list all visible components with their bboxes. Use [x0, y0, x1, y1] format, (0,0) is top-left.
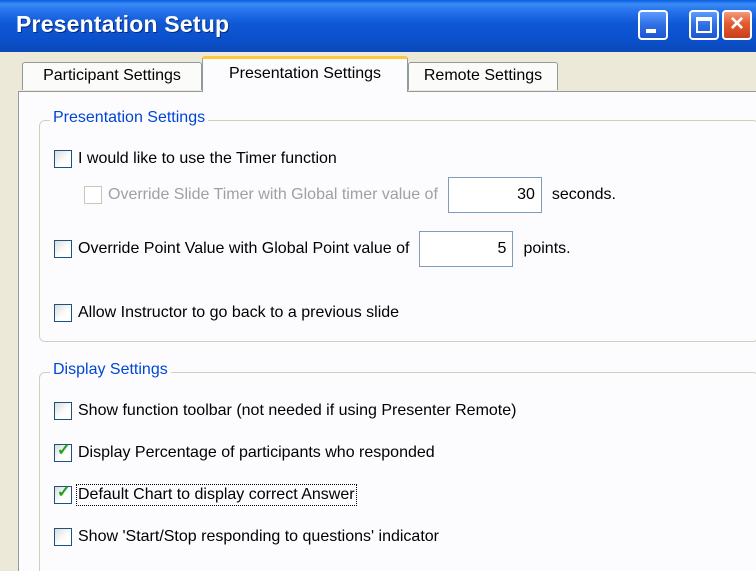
display-percentage-option[interactable]: ✓ Display Percentage of participants who…: [54, 441, 435, 465]
global-timer-input[interactable]: 30: [447, 177, 542, 213]
close-icon: ×: [729, 10, 744, 37]
default-chart-label: Default Chart to display correct Answer: [76, 484, 357, 506]
checkmark-icon: ✓: [57, 442, 71, 459]
tab-remote-settings[interactable]: Remote Settings: [408, 62, 558, 90]
presentation-setup-window: Presentation Setup × Participant Setting…: [0, 0, 756, 571]
global-point-input[interactable]: 5: [419, 231, 514, 267]
maximize-icon: [696, 17, 712, 33]
minimize-button[interactable]: [638, 10, 668, 40]
override-point-value-label: Override Point Value with Global Point v…: [78, 240, 410, 257]
show-indicator-option[interactable]: Show 'Start/Stop responding to questions…: [54, 525, 439, 549]
tab-strip: Participant Settings Presentation Settin…: [0, 52, 756, 92]
override-point-value-option: Override Point Value with Global Point v…: [54, 229, 571, 269]
show-indicator-checkbox[interactable]: [54, 528, 72, 546]
show-toolbar-label: Show function toolbar (not needed if usi…: [78, 402, 517, 419]
override-slide-timer-option: Override Slide Timer with Global timer v…: [84, 175, 616, 215]
default-chart-option[interactable]: ✓ Default Chart to display correct Answe…: [54, 483, 357, 507]
title-bar[interactable]: Presentation Setup ×: [0, 0, 756, 52]
tab-participant-settings[interactable]: Participant Settings: [22, 62, 202, 90]
timer-option[interactable]: I would like to use the Timer function: [54, 147, 337, 171]
presentation-settings-legend: Presentation Settings: [50, 109, 209, 127]
show-toolbar-option[interactable]: Show function toolbar (not needed if usi…: [54, 399, 516, 423]
window-title: Presentation Setup: [16, 11, 230, 37]
tab-panel: Presentation Settings I would like to us…: [18, 91, 756, 571]
timer-label: I would like to use the Timer function: [78, 150, 337, 167]
override-point-value-checkbox[interactable]: [54, 240, 72, 258]
display-settings-legend: Display Settings: [50, 361, 171, 379]
close-button[interactable]: ×: [722, 10, 752, 40]
checkmark-icon: ✓: [57, 484, 71, 501]
allow-back-label: Allow Instructor to go back to a previou…: [78, 304, 400, 321]
points-unit: points.: [523, 240, 571, 257]
allow-back-checkbox[interactable]: [54, 304, 72, 322]
presentation-settings-group: Presentation Settings I would like to us…: [39, 109, 756, 342]
override-slide-timer-checkbox[interactable]: [84, 186, 102, 204]
maximize-button[interactable]: [689, 10, 719, 40]
seconds-unit: seconds.: [551, 186, 616, 203]
display-percentage-label: Display Percentage of participants who r…: [78, 444, 435, 461]
show-indicator-label: Show 'Start/Stop responding to questions…: [78, 528, 439, 545]
minimize-icon: [646, 29, 656, 33]
allow-back-option[interactable]: Allow Instructor to go back to a previou…: [54, 301, 399, 325]
override-slide-timer-label: Override Slide Timer with Global timer v…: [108, 186, 438, 203]
display-percentage-checkbox[interactable]: ✓: [54, 442, 72, 462]
display-settings-group: Display Settings Show function toolbar (…: [39, 361, 756, 571]
show-toolbar-checkbox[interactable]: [54, 402, 72, 420]
tab-presentation-settings[interactable]: Presentation Settings: [202, 56, 408, 92]
timer-checkbox[interactable]: [54, 150, 72, 168]
default-chart-checkbox[interactable]: ✓: [54, 484, 72, 504]
